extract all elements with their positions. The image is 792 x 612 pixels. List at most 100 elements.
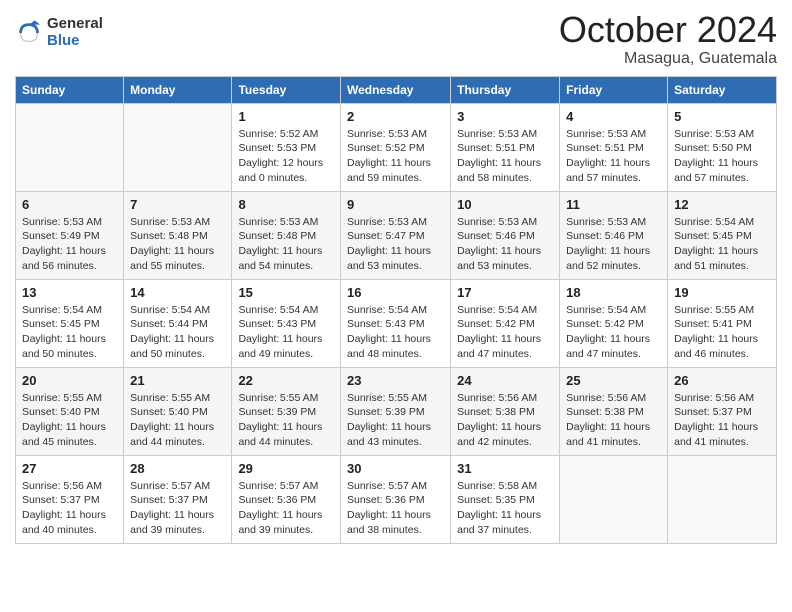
day-number: 24 (457, 373, 553, 388)
day-number: 20 (22, 373, 117, 388)
calendar-cell: 14 Sunrise: 5:54 AMSunset: 5:44 PMDayligh… (124, 279, 232, 367)
day-number: 4 (566, 109, 661, 124)
title-area: October 2024 Masagua, Guatemala (559, 10, 777, 68)
day-info: Sunrise: 5:54 AMSunset: 5:43 PMDaylight:… (347, 303, 444, 362)
col-friday: Friday (560, 76, 668, 103)
calendar-cell (668, 455, 777, 543)
day-info: Sunrise: 5:55 AMSunset: 5:39 PMDaylight:… (347, 391, 444, 450)
day-number: 17 (457, 285, 553, 300)
day-info: Sunrise: 5:56 AMSunset: 5:37 PMDaylight:… (674, 391, 770, 450)
day-info: Sunrise: 5:57 AMSunset: 5:36 PMDaylight:… (347, 479, 444, 538)
day-info: Sunrise: 5:55 AMSunset: 5:40 PMDaylight:… (22, 391, 117, 450)
day-info: Sunrise: 5:53 AMSunset: 5:51 PMDaylight:… (566, 127, 661, 186)
day-info: Sunrise: 5:54 AMSunset: 5:45 PMDaylight:… (22, 303, 117, 362)
calendar-cell: 7Sunrise: 5:53 AMSunset: 5:48 PMDaylight… (124, 191, 232, 279)
calendar-cell: 4 Sunrise: 5:53 AMSunset: 5:51 PMDaylight… (560, 103, 668, 191)
day-number: 15 (238, 285, 334, 300)
day-info: Sunrise: 5:53 AMSunset: 5:51 PMDaylight:… (457, 127, 553, 186)
day-info: Sunrise: 5:53 AMSunset: 5:48 PMDaylight:… (130, 215, 225, 274)
day-number: 9 (347, 197, 444, 212)
calendar-cell: 2 Sunrise: 5:53 AMSunset: 5:52 PMDaylight… (340, 103, 450, 191)
logo-blue: Blue (47, 33, 103, 50)
day-info: Sunrise: 5:53 AMSunset: 5:49 PMDaylight:… (22, 215, 117, 274)
logo: General Blue (15, 16, 103, 49)
calendar-cell: 19 Sunrise: 5:55 AMSunset: 5:41 PMDayligh… (668, 279, 777, 367)
calendar-cell: 18Sunrise: 5:54 AMSunset: 5:42 PMDayligh… (560, 279, 668, 367)
day-info: Sunrise: 5:56 AMSunset: 5:37 PMDaylight:… (22, 479, 117, 538)
day-info: Sunrise: 5:54 AMSunset: 5:45 PMDaylight:… (674, 215, 770, 274)
col-sunday: Sunday (16, 76, 124, 103)
day-number: 28 (130, 461, 225, 476)
calendar-cell: 27 Sunrise: 5:56 AMSunset: 5:37 PMDayligh… (16, 455, 124, 543)
calendar-cell: 17 Sunrise: 5:54 AMSunset: 5:42 PMDayligh… (451, 279, 560, 367)
calendar-cell: 8 Sunrise: 5:53 AMSunset: 5:48 PMDaylight… (232, 191, 341, 279)
day-info: Sunrise: 5:56 AMSunset: 5:38 PMDaylight:… (566, 391, 661, 450)
day-number: 27 (22, 461, 117, 476)
day-number: 21 (130, 373, 225, 388)
logo-general: General (47, 16, 103, 33)
day-number: 1 (238, 109, 334, 124)
calendar-cell: 31Sunrise: 5:58 AMSunset: 5:35 PMDayligh… (451, 455, 560, 543)
day-info: Sunrise: 5:53 AMSunset: 5:46 PMDaylight:… (457, 215, 553, 274)
day-info: Sunrise: 5:54 AMSunset: 5:42 PMDaylight:… (457, 303, 553, 362)
day-info: Sunrise: 5:53 AMSunset: 5:47 PMDaylight:… (347, 215, 444, 274)
calendar-cell: 25Sunrise: 5:56 AMSunset: 5:38 PMDayligh… (560, 367, 668, 455)
calendar-table: Sunday Monday Tuesday Wednesday Thursday… (15, 76, 777, 544)
day-info: Sunrise: 5:53 AMSunset: 5:50 PMDaylight:… (674, 127, 770, 186)
calendar-cell: 20 Sunrise: 5:55 AMSunset: 5:40 PMDayligh… (16, 367, 124, 455)
day-info: Sunrise: 5:53 AMSunset: 5:52 PMDaylight:… (347, 127, 444, 186)
calendar-cell: 22Sunrise: 5:55 AMSunset: 5:39 PMDayligh… (232, 367, 341, 455)
calendar-cell: 6 Sunrise: 5:53 AMSunset: 5:49 PMDaylight… (16, 191, 124, 279)
calendar-cell: 11 Sunrise: 5:53 AMSunset: 5:46 PMDayligh… (560, 191, 668, 279)
col-thursday: Thursday (451, 76, 560, 103)
day-number: 23 (347, 373, 444, 388)
day-info: Sunrise: 5:54 AMSunset: 5:43 PMDaylight:… (238, 303, 334, 362)
day-number: 5 (674, 109, 770, 124)
day-info: Sunrise: 5:54 AMSunset: 5:42 PMDaylight:… (566, 303, 661, 362)
calendar-cell: 26 Sunrise: 5:56 AMSunset: 5:37 PMDayligh… (668, 367, 777, 455)
day-number: 16 (347, 285, 444, 300)
day-number: 14 (130, 285, 225, 300)
day-info: Sunrise: 5:53 AMSunset: 5:46 PMDaylight:… (566, 215, 661, 274)
calendar-cell: 21 Sunrise: 5:55 AMSunset: 5:40 PMDayligh… (124, 367, 232, 455)
day-info: Sunrise: 5:54 AMSunset: 5:44 PMDaylight:… (130, 303, 225, 362)
logo-icon (15, 19, 43, 47)
header: General Blue October 2024 Masagua, Guate… (15, 10, 777, 68)
calendar-cell: 24Sunrise: 5:56 AMSunset: 5:38 PMDayligh… (451, 367, 560, 455)
location: Masagua, Guatemala (559, 50, 777, 68)
calendar-cell (16, 103, 124, 191)
logo-text: General Blue (47, 16, 103, 49)
calendar-cell: 9 Sunrise: 5:53 AMSunset: 5:47 PMDaylight… (340, 191, 450, 279)
day-info: Sunrise: 5:55 AMSunset: 5:40 PMDaylight:… (130, 391, 225, 450)
day-number: 19 (674, 285, 770, 300)
day-number: 11 (566, 197, 661, 212)
col-saturday: Saturday (668, 76, 777, 103)
day-number: 2 (347, 109, 444, 124)
calendar-header: Sunday Monday Tuesday Wednesday Thursday… (16, 76, 777, 103)
calendar-cell: 12 Sunrise: 5:54 AMSunset: 5:45 PMDayligh… (668, 191, 777, 279)
day-number: 26 (674, 373, 770, 388)
day-info: Sunrise: 5:55 AMSunset: 5:41 PMDaylight:… (674, 303, 770, 362)
day-info: Sunrise: 5:53 AMSunset: 5:48 PMDaylight:… (238, 215, 334, 274)
calendar-row: 1 Sunrise: 5:52 AMSunset: 5:53 PMDaylight… (16, 103, 777, 191)
calendar-cell: 13Sunrise: 5:54 AMSunset: 5:45 PMDayligh… (16, 279, 124, 367)
calendar-row: 20 Sunrise: 5:55 AMSunset: 5:40 PMDayligh… (16, 367, 777, 455)
calendar-row: 13Sunrise: 5:54 AMSunset: 5:45 PMDayligh… (16, 279, 777, 367)
calendar-row: 6 Sunrise: 5:53 AMSunset: 5:49 PMDaylight… (16, 191, 777, 279)
col-monday: Monday (124, 76, 232, 103)
day-number: 12 (674, 197, 770, 212)
day-info: Sunrise: 5:58 AMSunset: 5:35 PMDaylight:… (457, 479, 553, 538)
calendar-cell: 23 Sunrise: 5:55 AMSunset: 5:39 PMDayligh… (340, 367, 450, 455)
month-title: October 2024 (559, 10, 777, 50)
header-row: Sunday Monday Tuesday Wednesday Thursday… (16, 76, 777, 103)
day-number: 30 (347, 461, 444, 476)
day-number: 8 (238, 197, 334, 212)
calendar-body: 1 Sunrise: 5:52 AMSunset: 5:53 PMDaylight… (16, 103, 777, 543)
day-info: Sunrise: 5:57 AMSunset: 5:37 PMDaylight:… (130, 479, 225, 538)
day-info: Sunrise: 5:52 AMSunset: 5:53 PMDaylight:… (238, 127, 334, 186)
calendar-cell: 15 Sunrise: 5:54 AMSunset: 5:43 PMDayligh… (232, 279, 341, 367)
day-number: 6 (22, 197, 117, 212)
calendar-cell: 10Sunrise: 5:53 AMSunset: 5:46 PMDayligh… (451, 191, 560, 279)
calendar-cell: 28 Sunrise: 5:57 AMSunset: 5:37 PMDayligh… (124, 455, 232, 543)
calendar-cell: 3Sunrise: 5:53 AMSunset: 5:51 PMDaylight… (451, 103, 560, 191)
